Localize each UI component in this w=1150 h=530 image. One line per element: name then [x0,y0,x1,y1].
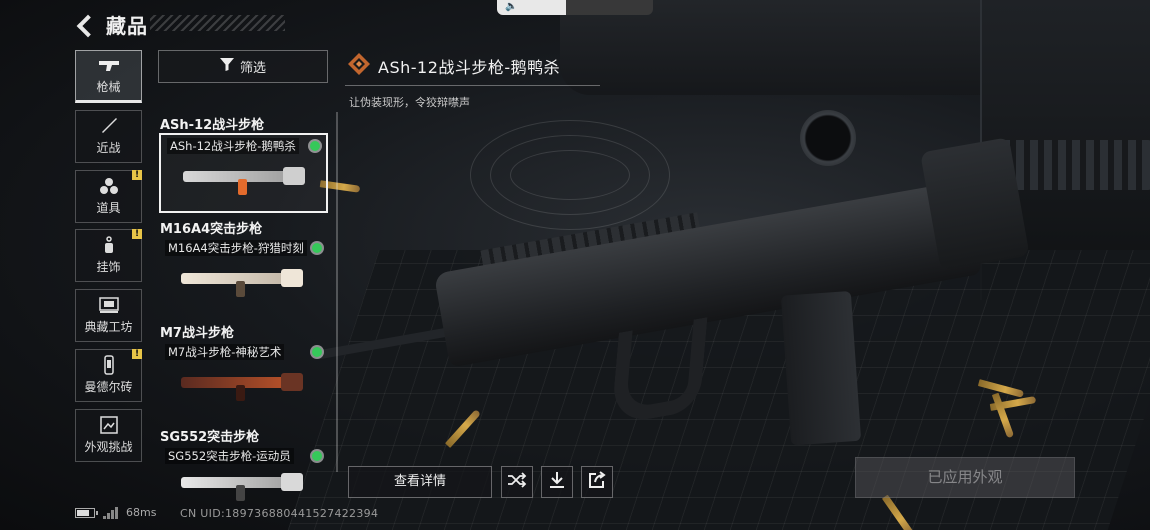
grenade-icon [98,177,120,195]
skin-thumbnail [183,165,305,195]
skin-name: M7战斗步枪-神秘艺术 [165,344,285,360]
item-name: ASh-12战斗步枪-鹅鸭杀 [378,58,561,77]
workshop-icon [98,296,120,314]
weapon-group-title: SG552突击步枪 [160,430,260,445]
filter-button[interactable]: 筛选 [158,50,328,83]
volume-indicator: 🔈 [497,0,653,15]
weapon-group-title: ASh-12战斗步枪 [160,118,265,133]
view-details-button[interactable]: 查看详情 [348,466,492,498]
list-scrollbar[interactable] [336,112,338,472]
weapon-group-title: M7战斗步枪 [160,326,234,341]
shuffle-icon [507,472,527,492]
title-decoration [150,15,285,31]
divider [345,85,600,86]
category-label: 枪械 [96,80,121,94]
alert-badge: ! [132,170,142,180]
page-header: 藏品 [74,10,148,39]
category-melee[interactable]: 近战 [75,110,142,163]
skin-name: SG552突击步枪-运动员 [165,448,294,464]
category-workshop[interactable]: 典藏工坊 [75,289,142,342]
category-charms[interactable]: 挂饰 ! [75,229,142,282]
category-guns[interactable]: 枪械 [75,50,142,103]
owned-indicator [312,243,322,253]
filter-label: 筛选 [239,61,266,76]
challenge-icon [98,416,120,434]
back-arrow-icon[interactable] [74,14,96,36]
skin-name: ASh-12战斗步枪-鹅鸭杀 [167,138,299,154]
player-uid: CN UID:189736880441527422394 [180,507,379,520]
category-label: 曼德尔砖 [84,380,133,394]
share-icon [588,471,606,493]
skin-card[interactable]: ASh-12战斗步枪-鹅鸭杀 [159,133,328,213]
skin-card[interactable]: M7战斗步枪-神秘艺术 [159,341,328,421]
battery-icon [75,507,98,518]
category-items[interactable]: 道具 ! [75,170,142,223]
skin-thumbnail [181,371,303,401]
skin-card[interactable]: M16A4突击步枪-狩猎时刻 [159,237,328,317]
status-bar: 68ms [75,506,156,519]
skin-card[interactable]: SG552突击步枪-运动员 [159,445,328,501]
category-skin-challenge[interactable]: 外观挑战 [75,409,142,462]
charm-icon [98,236,120,254]
download-button[interactable] [541,466,573,498]
filter-icon [219,58,234,75]
category-mandel-brick[interactable]: 曼德尔砖 ! [75,349,142,402]
knife-icon [98,117,120,135]
applied-skin-button[interactable]: 已应用外观 [855,457,1075,498]
item-description: 让伪装现形，令狡辩噤声 [349,96,470,109]
category-label: 典藏工坊 [84,320,133,334]
ping-value: 68ms [126,506,157,519]
skin-thumbnail [181,471,303,501]
signal-icon [103,506,118,519]
category-label: 道具 [96,201,121,215]
speaker-icon: 🔈 [505,1,518,12]
gun-icon [98,56,120,74]
skin-thumbnail [181,267,303,297]
alert-badge: ! [132,349,142,359]
diamond-badge-icon [347,52,371,76]
category-label: 外观挑战 [84,440,133,454]
download-icon [548,471,566,493]
brick-icon [98,355,120,375]
skin-name: M16A4突击步枪-狩猎时刻 [165,240,307,256]
alert-badge: ! [132,229,142,239]
category-label: 挂饰 [96,260,121,274]
shuffle-button[interactable] [501,466,533,498]
share-button[interactable] [581,466,613,498]
owned-indicator [312,451,322,461]
page-title: 藏品 [106,14,148,38]
weapon-group-title: M16A4突击步枪 [160,222,263,237]
owned-indicator [312,347,322,357]
category-label: 近战 [96,141,121,155]
owned-indicator [310,141,320,151]
